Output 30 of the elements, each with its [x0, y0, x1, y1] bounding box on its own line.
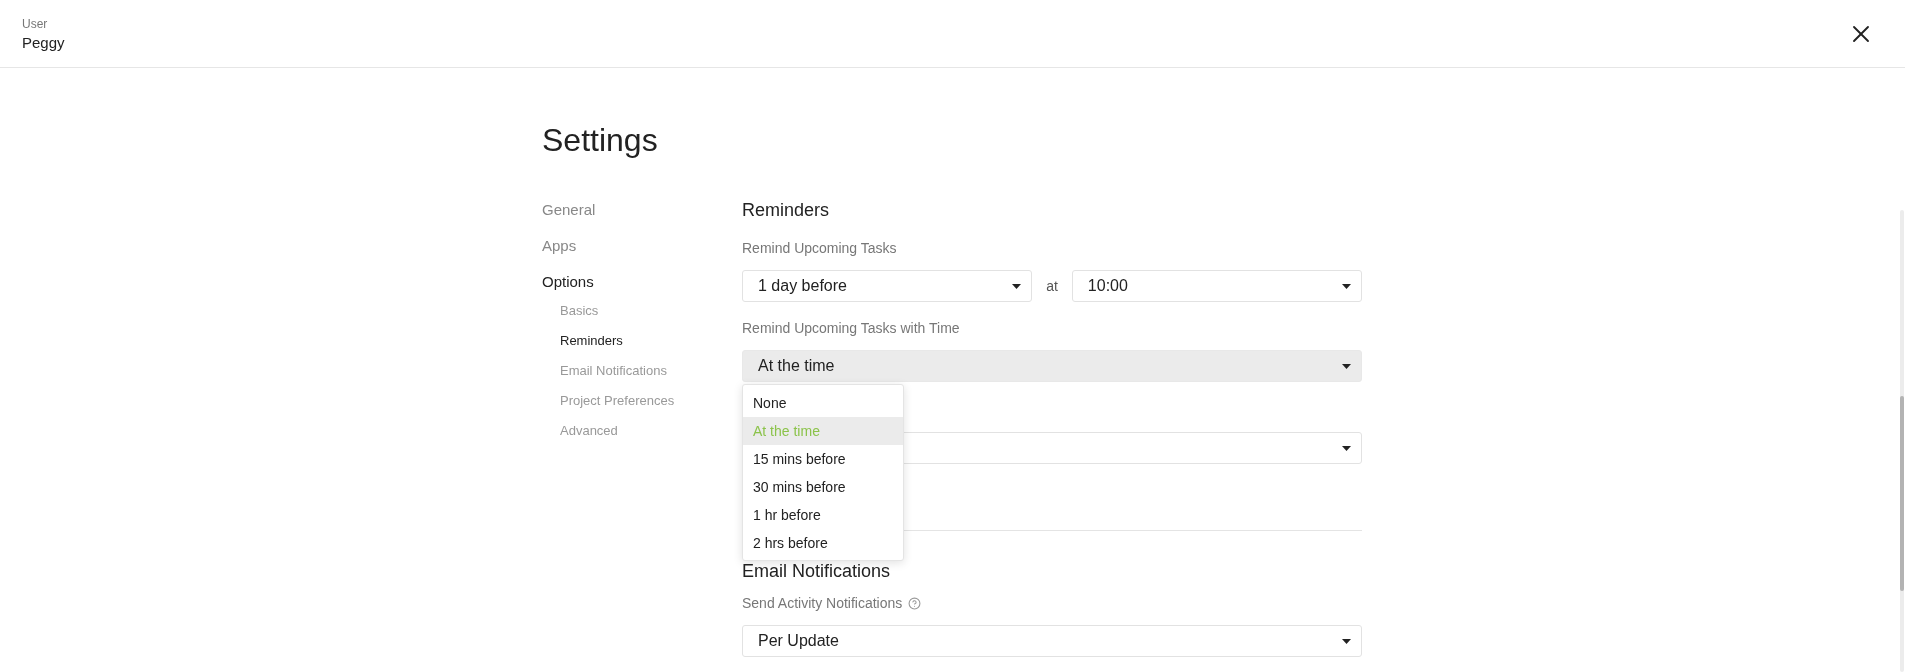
sidebar-item[interactable]: Options	[542, 270, 594, 294]
menu-option[interactable]: 15 mins before	[743, 445, 903, 473]
field-label: Send Activity Notifications	[742, 594, 903, 613]
section-heading: Email Notifications	[742, 560, 892, 583]
menu-option[interactable]: 30 mins before	[743, 473, 903, 501]
field-label: Remind Upcoming Tasks	[742, 239, 897, 258]
menu-option[interactable]: 1 hr before	[743, 501, 903, 529]
sidebar-item[interactable]: General	[542, 198, 596, 222]
notification-dropdown[interactable]: Per Update	[742, 625, 1362, 657]
scrollbar[interactable]	[1900, 210, 1904, 672]
sidebar-item[interactable]: Apps	[542, 234, 577, 258]
caret-icon	[1342, 283, 1351, 289]
scrollbar-thumb[interactable]	[1900, 396, 1904, 591]
menu-option[interactable]: 2 hrs before	[743, 529, 903, 557]
time-dropdown[interactable]: 10:00	[1071, 270, 1362, 302]
help-icon[interactable]	[908, 596, 922, 610]
menu-option[interactable]: None	[743, 389, 903, 417]
user-name: Peggy	[22, 33, 65, 51]
caret-icon	[1342, 363, 1351, 369]
sidebar-subitem[interactable]: Reminders	[560, 332, 623, 350]
day-dropdown[interactable]: 1 day before	[742, 270, 1033, 302]
caret-icon	[1342, 445, 1351, 451]
caret-icon	[1342, 638, 1351, 644]
reminder-dropdown[interactable]: At the time	[742, 350, 1362, 382]
caret-icon	[1012, 283, 1022, 289]
field-label: Remind Upcoming Tasks with Time	[742, 319, 960, 338]
joiner-text: at	[1046, 278, 1058, 294]
section-heading: Reminders	[742, 199, 831, 222]
user-label: User	[22, 16, 49, 31]
page-title: Settings	[542, 121, 659, 160]
